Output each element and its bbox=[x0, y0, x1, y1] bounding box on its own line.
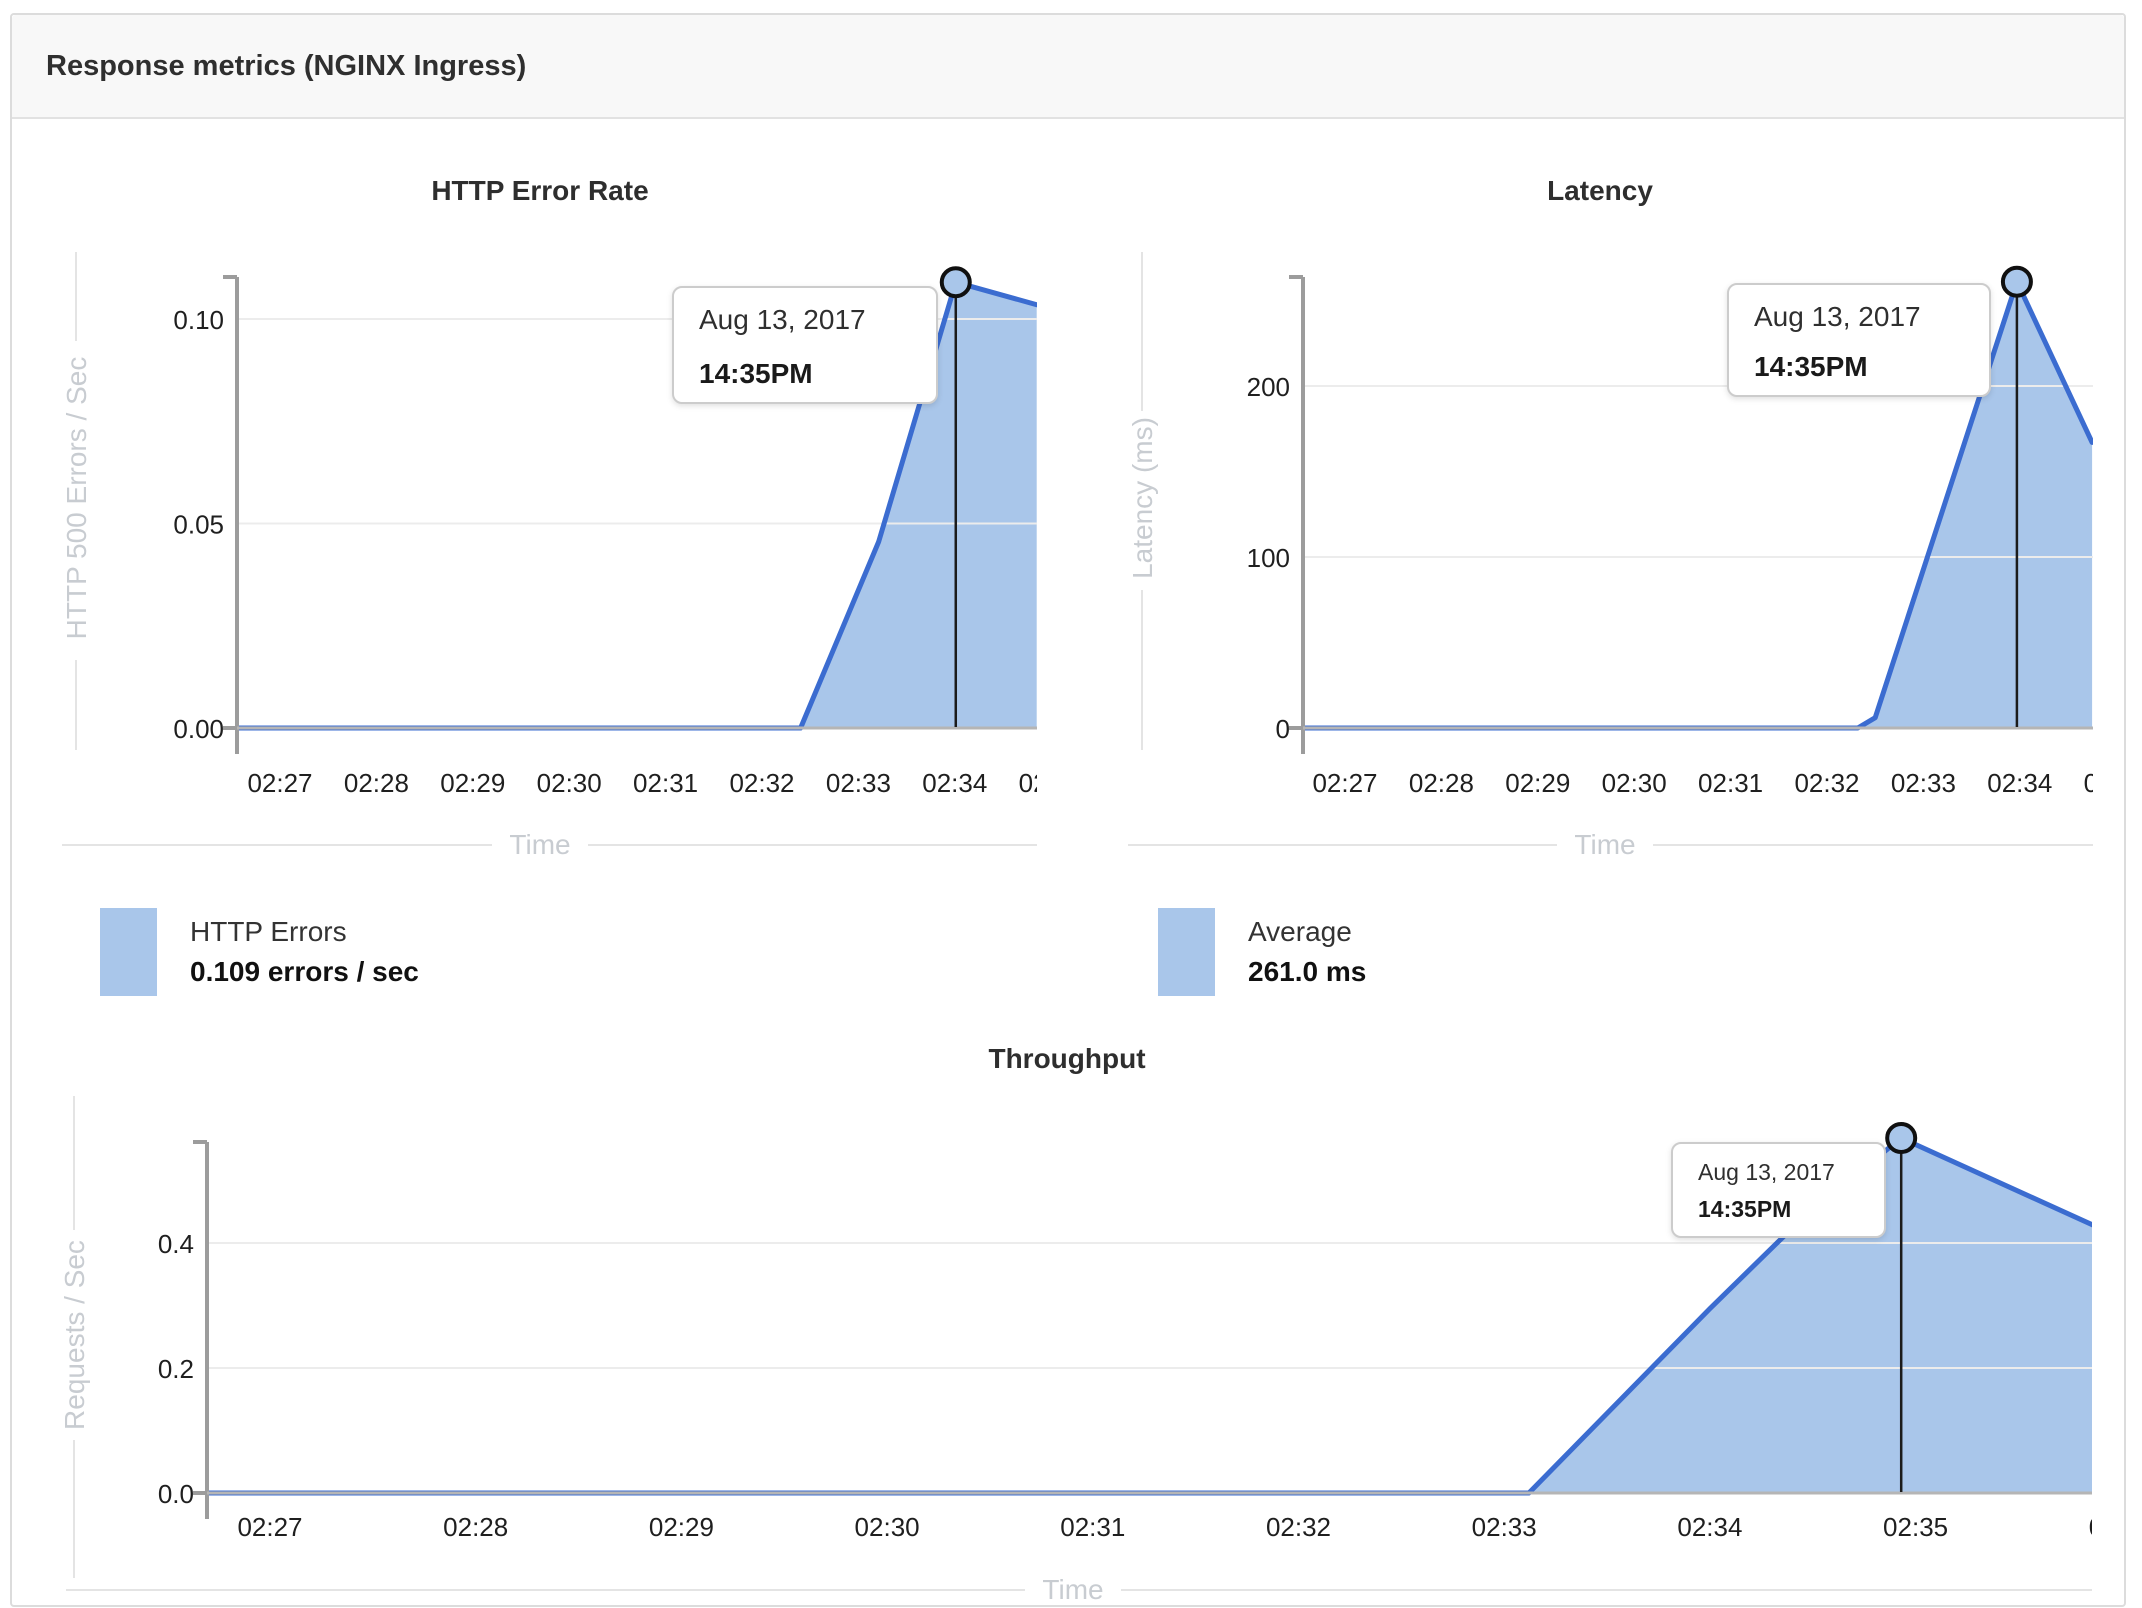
throughput-xtick-6: 02:33 bbox=[1472, 1512, 1537, 1542]
http-error-rate-xtick-7: 02:34 bbox=[922, 768, 987, 798]
legend-text: HTTP Errors 0.109 errors / sec bbox=[190, 908, 419, 996]
throughput-xtick-8: 02:35 bbox=[1883, 1512, 1948, 1542]
latency-xtick-5: 02:32 bbox=[1794, 768, 1859, 798]
latency-ytick-0: 200 bbox=[1247, 372, 1290, 402]
latency-tooltip-date: Aug 13, 2017 bbox=[1754, 301, 1921, 332]
latency-title: Latency bbox=[1547, 175, 1653, 206]
tooltip-box bbox=[1671, 1142, 1886, 1238]
http-error-rate-xtick-0: 02:27 bbox=[247, 768, 312, 798]
card-header: Response metrics (NGINX Ingress) bbox=[12, 15, 2124, 119]
latency-tooltip-time: 14:35PM bbox=[1754, 351, 1868, 382]
throughput-xtick-2: 02:29 bbox=[649, 1512, 714, 1542]
latency-xtick-2: 02:29 bbox=[1505, 768, 1570, 798]
latency-ytick-1: 100 bbox=[1247, 543, 1290, 573]
http-error-rate-title: HTTP Error Rate bbox=[431, 175, 648, 206]
http-error-rate-x-axis-title: Time bbox=[509, 829, 570, 860]
latency-xtick-8: 02:35 bbox=[2084, 768, 2093, 798]
http-errors-legend: HTTP Errors 0.109 errors / sec bbox=[100, 908, 419, 996]
http-error-rate-xtick-3: 02:30 bbox=[537, 768, 602, 798]
http-error-rate-xtick-2: 02:29 bbox=[440, 768, 505, 798]
http-error-rate-xtick-4: 02:31 bbox=[633, 768, 698, 798]
throughput-y-axis-title: Requests / Sec bbox=[59, 1240, 90, 1430]
latency-x-axis-title: Time bbox=[1574, 829, 1635, 860]
average-latency-legend-label: Average bbox=[1248, 916, 1352, 947]
throughput-ytick-2: 0.0 bbox=[158, 1479, 194, 1509]
latency-chart[interactable]: 200 100 0 02:27 02:28 02:29 02:30 02:31 02:32 02:… bbox=[1075, 117, 2093, 877]
http-error-rate-tooltip-time: 14:35PM bbox=[699, 358, 813, 389]
throughput-ytick-0: 0.4 bbox=[158, 1229, 194, 1259]
throughput-xtick-7: 02:34 bbox=[1677, 1512, 1742, 1542]
http-error-rate-ytick-2: 0.00 bbox=[173, 714, 224, 744]
http-error-rate-xtick-8: 02:35 bbox=[1019, 768, 1037, 798]
http-errors-legend-swatch bbox=[100, 908, 157, 996]
average-latency-legend-value: 261.0 ms bbox=[1248, 956, 1367, 987]
throughput-xtick-1: 02:28 bbox=[443, 1512, 508, 1542]
throughput-xtick-4: 02:31 bbox=[1060, 1512, 1125, 1542]
throughput-xtick-0: 02:27 bbox=[237, 1512, 302, 1542]
latency-xtick-0: 02:27 bbox=[1312, 768, 1377, 798]
http-error-rate-chart[interactable]: 0.10 0.05 0.00 02:27 02:28 02:29 02:30 02:31 02:… bbox=[10, 117, 1037, 877]
http-error-rate-xtick-5: 02:32 bbox=[729, 768, 794, 798]
throughput-title: Throughput bbox=[988, 1043, 1145, 1074]
http-error-rate-xtick-1: 02:28 bbox=[344, 768, 409, 798]
average-latency-legend-swatch bbox=[1158, 908, 1215, 996]
throughput-chart[interactable]: 0.4 0.2 0.0 02:27 02:28 02:29 02:30 02:31 02:32 0… bbox=[10, 1035, 2092, 1608]
http-error-rate-tooltip-date: Aug 13, 2017 bbox=[699, 304, 866, 335]
marker-point bbox=[2000, 265, 2033, 298]
http-error-rate-y-axis-title: HTTP 500 Errors / Sec bbox=[61, 357, 92, 640]
http-errors-legend-value: 0.109 errors / sec bbox=[190, 956, 419, 987]
throughput-xtick-3: 02:30 bbox=[855, 1512, 920, 1542]
latency-xtick-6: 02:33 bbox=[1891, 768, 1956, 798]
average-latency-legend: Average 261.0 ms bbox=[1158, 908, 1366, 996]
http-error-rate-ytick-1: 0.05 bbox=[173, 510, 224, 540]
http-error-rate-xtick-6: 02:33 bbox=[826, 768, 891, 798]
latency-xtick-1: 02:28 bbox=[1409, 768, 1474, 798]
throughput-ytick-1: 0.2 bbox=[158, 1354, 194, 1384]
marker-point bbox=[1885, 1122, 1918, 1154]
latency-ytick-2: 0 bbox=[1276, 714, 1290, 744]
card-title: Response metrics (NGINX Ingress) bbox=[46, 49, 527, 82]
latency-xtick-3: 02:30 bbox=[1602, 768, 1667, 798]
throughput-xtick-5: 02:32 bbox=[1266, 1512, 1331, 1542]
http-error-rate-ytick-0: 0.10 bbox=[173, 305, 224, 335]
throughput-tooltip-time: 14:35PM bbox=[1698, 1196, 1791, 1222]
legend-text: Average 261.0 ms bbox=[1248, 908, 1366, 996]
http-errors-legend-label: HTTP Errors bbox=[190, 916, 347, 947]
throughput-x-axis-title: Time bbox=[1042, 1574, 1103, 1605]
throughput-xtick-9: 02:36 bbox=[2089, 1512, 2092, 1542]
latency-y-axis-title: Latency (ms) bbox=[1127, 417, 1158, 579]
latency-xtick-7: 02:34 bbox=[1987, 768, 2052, 798]
latency-xtick-4: 02:31 bbox=[1698, 768, 1763, 798]
throughput-tooltip-date: Aug 13, 2017 bbox=[1698, 1159, 1835, 1185]
marker-point bbox=[939, 266, 972, 299]
